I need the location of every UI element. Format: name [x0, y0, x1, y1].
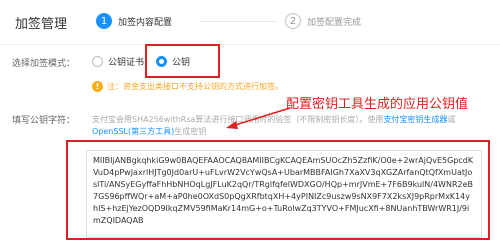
- public-key-textarea[interactable]: MIIBIjANBgkqhkiG9w0BAQEFAAOCAQ8AMIIBCgKC…: [86, 150, 482, 238]
- radio-cert-label: 公钥证书: [108, 58, 145, 68]
- public-key-label: 填写公钥字符：: [12, 116, 76, 126]
- header-bar: 加签管理 1 加签内容配置 2 加签配置完成: [0, 0, 500, 44]
- key-desc-suffix: 生成密钥: [174, 127, 207, 136]
- radio-unchecked-icon: [92, 56, 103, 67]
- sign-mode-label: 选择加签模式：: [12, 59, 76, 69]
- openssl-link[interactable]: OpenSSL(第三方工具): [92, 127, 174, 136]
- warning-icon: !: [92, 81, 103, 92]
- step-2: 2 加签配置完成: [285, 13, 361, 29]
- key-desc-prefix: 支付宝会用SHA256withRsa算法进行接口调用时的验签（不限制密钥长度）。…: [92, 115, 384, 124]
- annotation-callout: 配置密钥工具生成的应用公钥值: [286, 97, 469, 112]
- step-1-label: 加签内容配置: [118, 17, 173, 28]
- step-1-number: 1: [96, 13, 112, 29]
- step-2-number: 2: [285, 13, 301, 29]
- step-connector: [200, 21, 278, 22]
- key-desc-mid: 或: [447, 115, 456, 124]
- radio-public-key-cert[interactable]: 公钥证书: [92, 55, 144, 68]
- step-1: 1 加签内容配置: [96, 13, 172, 29]
- page-title: 加签管理: [15, 17, 68, 32]
- warning-text: 注：资金支出类接口不支持公钥的方式进行加签。: [107, 82, 283, 91]
- step-2-label: 加签配置完成: [307, 17, 362, 28]
- key-generator-link[interactable]: 支付宝密钥生成器: [383, 115, 447, 124]
- warning-note: ! 注：资金支出类接口不支持公钥的方式进行加签。: [92, 81, 283, 92]
- header-divider: [0, 44, 500, 45]
- key-description: 支付宝会用SHA256withRsa算法进行接口调用时的验签（不限制密钥长度）。…: [92, 114, 492, 138]
- highlight-box-radio: [145, 44, 220, 78]
